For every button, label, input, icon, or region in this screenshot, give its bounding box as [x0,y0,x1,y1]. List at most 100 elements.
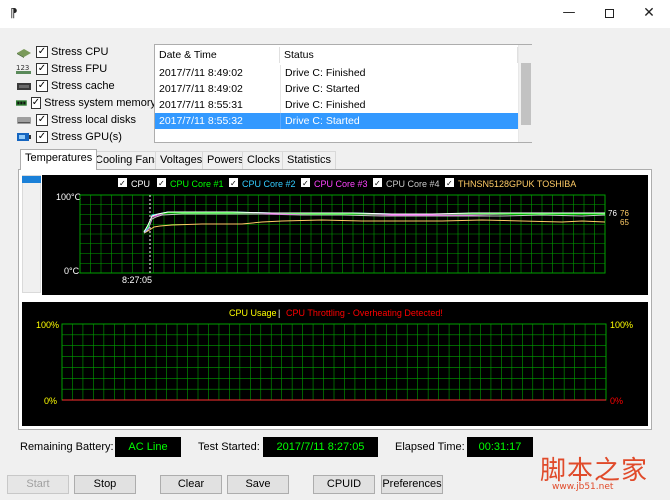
end-label-toshiba: 65 [620,218,629,227]
scrollbar-thumb[interactable] [521,63,531,125]
series-toshiba [143,219,606,234]
stress-cache-checkbox[interactable]: ✓ [36,80,48,92]
close-icon: ✕ [643,5,655,21]
temp-axis-min-label: 0°C [64,266,80,276]
test-started-value: 2017/7/11 8:27:05 [263,437,378,457]
sensor-list-scrollbar[interactable] [22,175,41,293]
stress-cpu-label: Stress CPU [51,46,109,58]
stress-memory-label: Stress system memory [44,97,156,109]
row-status: Drive C: Started [280,81,360,97]
minimize-icon: — [562,5,576,20]
elapsed-time-value: 00:31:17 [467,437,533,457]
tab-clocks[interactable]: Clocks [242,151,286,169]
tab-cooling-fans[interactable]: Cooling Fans [90,151,165,169]
temperature-chart: ✓ CPU ✓ CPU Core #1 ✓ CPU Core #2 ✓ CPU … [42,175,648,295]
stress-cpu-checkbox[interactable]: ✓ [36,46,48,58]
fpu-numbers-icon: 123 [16,64,31,74]
tab-temperatures[interactable]: Temperatures [20,149,98,170]
elapsed-time-label: Elapsed Time: [395,441,465,453]
event-log-table[interactable]: Date & Time Status 2017/7/11 8:49:02 Dri… [154,44,532,143]
disk-icon [17,117,31,124]
temp-grid [79,194,606,274]
clear-button[interactable]: Clear [160,475,222,494]
legend-label-core1: CPU Core #1 [170,179,224,189]
stress-memory-option[interactable]: ✓ Stress system memory [16,95,156,111]
cpu-usage-chart: CPU Usage | CPU Throttling - Overheating… [22,302,648,426]
stress-disks-checkbox[interactable]: ✓ [36,114,48,126]
start-button[interactable]: Start [7,475,69,494]
memory-module-icon [16,100,27,106]
maximize-button[interactable] [592,0,626,28]
usage-left-min-label: 0% [44,396,57,406]
stress-cache-option[interactable]: ✓ Stress cache [16,78,156,94]
save-button[interactable]: Save [227,475,289,494]
row-datetime: 2017/7/11 8:49:02 [159,67,243,79]
preferences-button[interactable]: Preferences [381,475,443,494]
table-row[interactable]: 2017/7/11 8:49:02 Drive C: Finished [155,65,518,81]
stress-gpu-checkbox[interactable]: ✓ [36,131,48,143]
cpu-throttling-title: CPU Throttling - Overheating Detected! [286,308,443,318]
svg-text:✓: ✓ [302,179,309,188]
remaining-battery-value: AC Line [115,437,181,457]
row-status: Drive C: Started [280,113,360,129]
close-button[interactable]: ✕ [632,0,666,28]
stress-gpu-option[interactable]: ✓ Stress GPU(s) [16,129,156,145]
svg-text:✓: ✓ [119,179,126,188]
test-start-time-label: 8:27:05 [122,275,152,285]
svg-text:123: 123 [16,64,29,72]
usage-grid [61,323,607,401]
usage-right-max-label: 100% [610,320,633,330]
end-label-core: 76 [620,209,629,218]
column-header-status[interactable]: Status [280,47,518,63]
stress-gpu-label: Stress GPU(s) [51,131,122,143]
stress-cache-label: Stress cache [51,80,115,92]
watermark-url: www.jb51.net [552,482,614,492]
svg-text:✓: ✓ [230,179,237,188]
minimize-button[interactable]: — [552,0,586,28]
tab-statistics[interactable]: Statistics [282,151,337,169]
legend-label-core4: CPU Core #4 [386,179,440,189]
stop-button[interactable]: Stop [74,475,136,494]
stress-disks-option[interactable]: ✓ Stress local disks [16,112,156,128]
table-row[interactable]: 2017/7/11 8:55:31 Drive C: Finished [155,97,518,113]
row-status: Drive C: Finished [280,65,366,81]
table-row-selected[interactable]: 2017/7/11 8:55:32 Drive C: Started [155,113,518,129]
temp-axis-max-label: 100°C [56,192,82,202]
stress-fpu-option[interactable]: 123 ✓ Stress FPU [16,61,156,77]
cpuid-button[interactable]: CPUID [313,475,375,494]
sensor-list-scroll-thumb[interactable] [22,176,41,183]
legend-label-core3: CPU Core #3 [314,179,368,189]
tab-voltages[interactable]: Voltages [155,151,208,169]
stress-disks-label: Stress local disks [51,114,136,126]
usage-right-min-label: 0% [610,396,623,406]
maximize-icon [604,8,614,18]
cache-icon [17,83,31,90]
title-separator: | [278,308,280,318]
row-datetime: 2017/7/11 8:49:02 [159,83,243,95]
cpu-usage-title: CPU Usage [229,308,277,318]
end-label-cpu: 76 [608,209,617,218]
legend-label-toshiba: THNSN5128GPUK TOSHIBA [458,179,576,189]
test-started-label: Test Started: [198,441,260,453]
cpu-chip-icon [17,49,31,58]
remaining-battery-label: Remaining Battery: [20,441,114,453]
temperature-legend: ✓ CPU ✓ CPU Core #1 ✓ CPU Core #2 ✓ CPU … [118,178,576,189]
usage-left-max-label: 100% [36,320,59,330]
stress-fpu-checkbox[interactable]: ✓ [36,63,48,75]
column-header-datetime[interactable]: Date & Time [155,47,280,63]
legend-label-cpu: CPU [131,179,150,189]
app-icon[interactable]: ⁋ [10,6,18,20]
log-scrollbar[interactable] [518,45,532,142]
stress-fpu-label: Stress FPU [51,63,108,75]
table-row[interactable]: 2017/7/11 8:49:02 Drive C: Started [155,81,518,97]
row-datetime: 2017/7/11 8:55:31 [159,99,243,111]
legend-label-core2: CPU Core #2 [242,179,296,189]
row-datetime: 2017/7/11 8:55:32 [159,115,243,127]
svg-text:✓: ✓ [446,179,453,188]
svg-text:✓: ✓ [374,179,381,188]
stress-cpu-option[interactable]: ✓ Stress CPU [16,44,156,60]
row-status: Drive C: Finished [280,97,366,113]
svg-text:✓: ✓ [158,179,165,188]
gpu-icon [17,133,31,141]
stress-memory-checkbox[interactable]: ✓ [30,97,42,109]
